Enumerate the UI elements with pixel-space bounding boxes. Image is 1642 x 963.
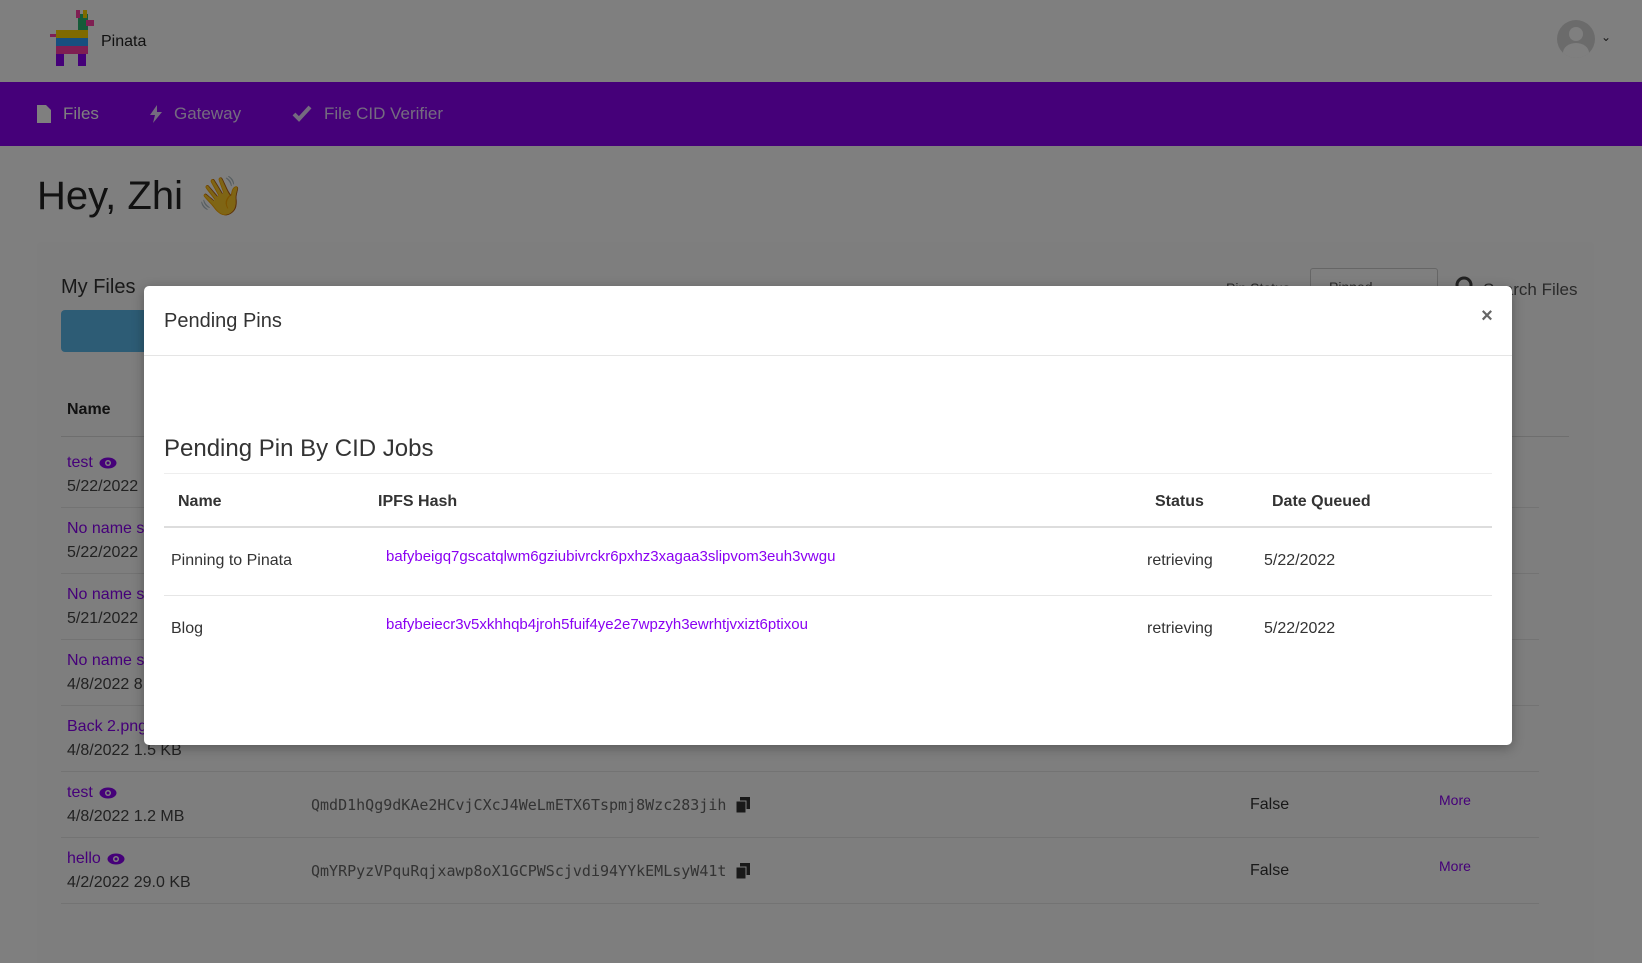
table-row: Blog bafybeiecr3v5xkhhqb4jroh5fuif4ye2e7… — [164, 596, 1492, 664]
modal-title: Pending Pins — [164, 310, 282, 332]
job-status: retrieving — [1147, 620, 1213, 637]
modal-header: Pending Pins × — [144, 286, 1512, 356]
job-date: 5/22/2022 — [1264, 552, 1336, 569]
column-header-name: Name — [178, 493, 222, 510]
pending-pins-modal: Pending Pins × Pending Pin By CID Jobs N… — [144, 286, 1512, 745]
column-header-status: Status — [1155, 493, 1204, 510]
ipfs-hash-link[interactable]: bafybeiecr3v5xkhhqb4jroh5fuif4ye2e7wpzyh… — [386, 616, 808, 633]
pending-jobs-table: Name IPFS Hash Status Date Queued Pinnin… — [164, 474, 1492, 664]
column-header-ipfs-hash: IPFS Hash — [378, 493, 458, 510]
job-name: Blog — [171, 620, 204, 637]
close-icon[interactable]: × — [1475, 304, 1499, 328]
section-title: Pending Pin By CID Jobs — [164, 435, 434, 462]
column-header-date-queued: Date Queued — [1272, 493, 1371, 510]
table-row: Pinning to Pinata bafybeigq7gscatqlwm6gz… — [164, 528, 1492, 596]
table-header: Name IPFS Hash Status Date Queued — [164, 474, 1492, 528]
ipfs-hash-link[interactable]: bafybeigq7gscatqlwm6gziubivrckr6pxhz3xag… — [386, 548, 835, 565]
job-date: 5/22/2022 — [1264, 620, 1336, 637]
job-status: retrieving — [1147, 552, 1213, 569]
job-name: Pinning to Pinata — [171, 552, 292, 569]
